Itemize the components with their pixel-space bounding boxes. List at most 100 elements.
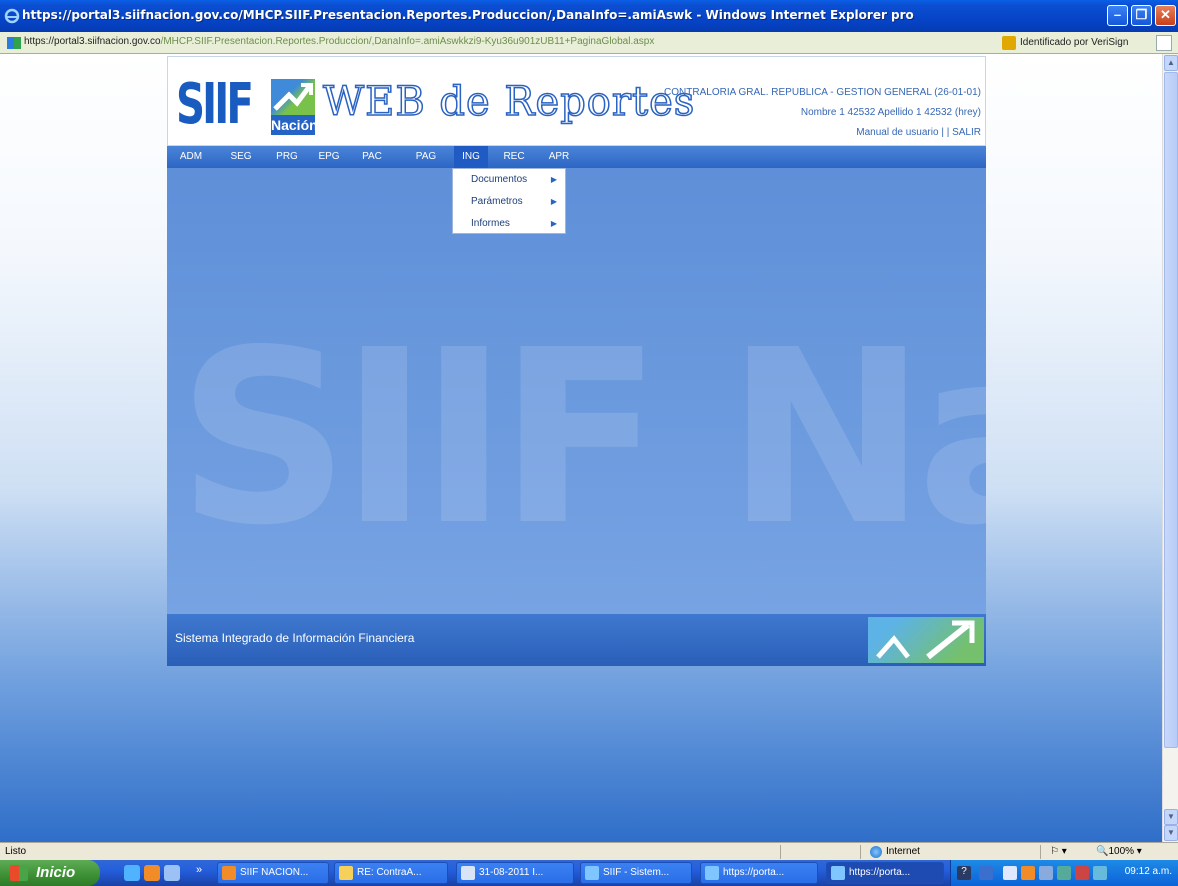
portal-header: SIIF Nación WEB de Reportes CONTRALORIA … [167,56,986,146]
scroll-end-icon[interactable]: ▼ [1164,825,1178,841]
user-info: CONTRALORIA GRAL. REPUBLICA - GESTION GE… [664,83,981,143]
lock-icon [1002,36,1016,50]
document-icon [461,866,475,880]
siif-portal: SIIF Nación WEB de Reportes CONTRALORIA … [167,56,986,666]
menu-rec[interactable]: REC [500,146,528,168]
portal-footer: Sistema Integrado de Información Financi… [167,614,986,666]
main-menu: ADM SEG PRG EPG PAC PAG ING REC APR [167,146,986,168]
minimize-button[interactable]: – [1107,5,1128,26]
app-icon [222,866,236,880]
url-prefix: https://portal3. [24,36,88,47]
submenu-informes[interactable]: Informes ▶ [453,213,565,235]
chevron-right-icon: ▶ [550,175,557,184]
zone-label: Internet [886,846,920,857]
task-siif-sistema[interactable]: SIIF - Sistem... [580,862,692,884]
window-title: https://portal3.siifnacion.gov.co/MHCP.S… [22,8,914,22]
menu-pag[interactable]: PAG [412,146,440,168]
clock[interactable]: 09:12 a.m. [1125,866,1172,877]
logo-arrow-icon [271,79,315,115]
close-button[interactable]: ✕ [1155,5,1176,26]
task-portal-2[interactable]: https://porta... [826,862,944,884]
task-label: SIIF - Sistem... [603,867,670,878]
vertical-scrollbar[interactable]: ▲ ▼ ▼ [1162,54,1178,842]
page-icon[interactable] [1156,35,1172,51]
task-label: https://porta... [723,867,785,878]
task-portal-1[interactable]: https://porta... [700,862,818,884]
envelope-icon [339,866,353,880]
quicklaunch-expand-icon[interactable]: » [196,864,202,876]
ing-submenu: Documentos ▶ Parámetros ▶ Informes ▶ [452,168,566,234]
start-button[interactable]: Inicio [0,860,100,886]
zoom-value: 100% [1108,846,1135,857]
submenu-documentos[interactable]: Documentos ▶ [453,169,565,191]
outlook-tray-icon[interactable] [1021,866,1035,880]
menu-epg[interactable]: EPG [315,146,343,168]
tray-app-icon[interactable] [1057,866,1071,880]
ie-alt-quicklaunch-icon[interactable] [164,865,180,881]
globe-icon [870,846,882,858]
menu-prg[interactable]: PRG [273,146,301,168]
portal-body: SIIF Nacion [167,168,986,614]
logo-nacion: Nación [271,115,318,135]
menu-seg[interactable]: SEG [227,146,255,168]
outlook-quicklaunch-icon[interactable] [144,865,160,881]
scroll-up-icon[interactable]: ▲ [1164,55,1178,71]
status-text: Listo [5,846,27,857]
status-divider [780,845,781,859]
task-siif-nacion[interactable]: SIIF NACION... [217,862,329,884]
title-bar[interactable]: https://portal3.siifnacion.gov.co/MHCP.S… [0,0,1178,32]
menu-pac[interactable]: PAC [358,146,386,168]
footer-text: Sistema Integrado de Información Financi… [175,631,415,645]
task-label: RE: ContraA... [357,867,422,878]
status-divider [860,845,861,859]
scroll-thumb[interactable] [1164,72,1178,748]
status-bar: Listo Internet ⚐ ▾ 🔍100% ▾ [0,842,1178,860]
scroll-down-icon[interactable]: ▼ [1164,809,1178,825]
ie-icon [4,8,20,24]
system-tray: ? 09:12 a.m. [950,860,1178,886]
siif-watermark: SIIF Nacion [177,298,986,578]
task-word[interactable]: 31-08-2011 I... [456,862,574,884]
menu-apr[interactable]: APR [545,146,573,168]
browser-window: https://portal3.siifnacion.gov.co/MHCP.S… [0,0,1178,886]
task-label: SIIF NACION... [240,867,309,878]
task-email[interactable]: RE: ContraA... [334,862,448,884]
entity-label: CONTRALORIA GRAL. REPUBLICA - GESTION GE… [664,87,981,98]
help-icon[interactable]: ? [957,866,971,880]
submenu-parametros[interactable]: Parámetros ▶ [453,191,565,213]
security-label: Identificado por VeriSign [1020,37,1129,48]
footer-logo-icon [868,617,984,663]
user-label: Nombre 1 42532 Apellido 1 42532 (hrey) [800,107,981,118]
windows-flag-icon [10,865,28,881]
app-title: WEB de Reportes [322,78,696,126]
task-label: https://porta... [849,867,911,878]
menu-adm[interactable]: ADM [177,146,205,168]
menu-ing[interactable]: ING [454,146,488,168]
protected-mode-icon[interactable]: ⚐ ▾ [1050,846,1067,857]
status-divider [1040,845,1041,859]
manual-link[interactable]: Manual de usuario [856,127,938,138]
ie-quicklaunch-icon[interactable] [124,865,140,881]
zoom-level[interactable]: 🔍100% ▾ [1096,846,1142,857]
ie-icon [705,866,719,880]
task-label: 31-08-2011 I... [479,867,544,878]
taskbar: Inicio » SIIF NACION... RE: ContraA... 3… [0,860,1178,886]
chevron-right-icon: ▶ [550,197,557,206]
exit-link[interactable]: SALIR [952,127,981,138]
security-zone[interactable]: Internet [870,846,920,858]
antivirus-icon[interactable] [1075,866,1089,880]
restore-button[interactable]: ❐ [1131,5,1152,26]
monitor-icon[interactable] [1093,866,1107,880]
security-indicator[interactable]: Identificado por VeriSign [1000,34,1150,52]
ie-icon [585,866,599,880]
chevron-right-icon: ▶ [550,219,557,228]
chevron-left-icon[interactable] [1003,866,1017,880]
url-host: siifnacion.gov.co [87,36,161,47]
ie-icon [831,866,845,880]
network-icon[interactable] [979,866,993,880]
submenu-label: Informes [471,218,510,229]
url-text[interactable]: https://portal3.siifnacion.gov.co/MHCP.S… [24,36,654,47]
tray-app-icon[interactable] [1039,866,1053,880]
url-path: /MHCP.SIIF.Presentacion.Reportes.Producc… [160,36,655,47]
address-bar[interactable]: https://portal3.siifnacion.gov.co/MHCP.S… [0,32,1178,54]
